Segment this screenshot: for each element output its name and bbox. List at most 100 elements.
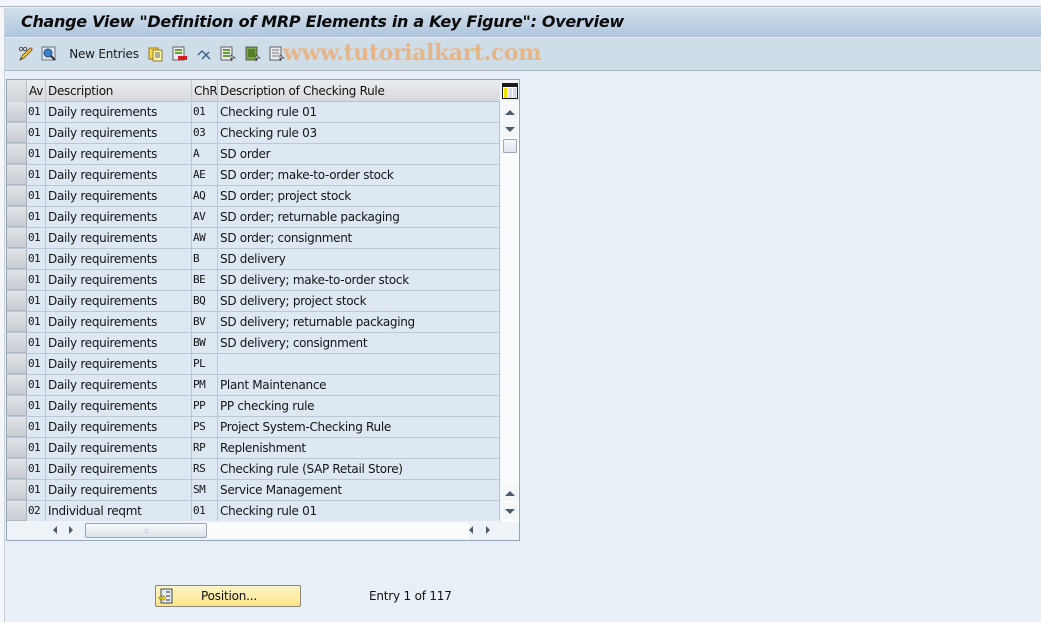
cell-av[interactable]: 01: [27, 165, 46, 185]
table-settings-button[interactable]: [501, 81, 519, 101]
table-row[interactable]: 01 Daily requirements AV SD order; returnab…: [7, 207, 500, 228]
cell-description[interactable]: Daily requirements: [46, 291, 192, 311]
cell-checking-rule-desc[interactable]: SD delivery: [218, 249, 500, 269]
copy-as-button[interactable]: [147, 44, 165, 64]
cell-description[interactable]: Daily requirements: [46, 186, 192, 206]
row-selector[interactable]: [7, 333, 27, 353]
cell-description[interactable]: Daily requirements: [46, 270, 192, 290]
cell-description[interactable]: Daily requirements: [46, 375, 192, 395]
table-row[interactable]: 01 Daily requirements 01 Checking rule 01: [7, 102, 500, 123]
cell-chr[interactable]: B: [192, 249, 218, 269]
cell-description[interactable]: Daily requirements: [46, 312, 192, 332]
scroll-right-button[interactable]: [65, 523, 77, 537]
cell-av[interactable]: 01: [27, 123, 46, 143]
table-row[interactable]: 01 Daily requirements AQ SD order; project …: [7, 186, 500, 207]
cell-chr[interactable]: AE: [192, 165, 218, 185]
table-row[interactable]: 01 Daily requirements RS Checking rule (SAP…: [7, 459, 500, 480]
scroll-up-button[interactable]: [502, 104, 518, 120]
cell-av[interactable]: 01: [27, 186, 46, 206]
cell-chr[interactable]: RP: [192, 438, 218, 458]
cell-av[interactable]: 01: [27, 291, 46, 311]
cell-checking-rule-desc[interactable]: SD delivery; make-to-order stock: [218, 270, 500, 290]
cell-av[interactable]: 01: [27, 417, 46, 437]
row-selector[interactable]: [7, 270, 27, 290]
cell-description[interactable]: Daily requirements: [46, 123, 192, 143]
table-row[interactable]: 01 Daily requirements BQ SD delivery; proje…: [7, 291, 500, 312]
cell-chr[interactable]: PS: [192, 417, 218, 437]
cell-checking-rule-desc[interactable]: PP checking rule: [218, 396, 500, 416]
position-button[interactable]: Position...: [155, 585, 301, 607]
row-selector[interactable]: [7, 207, 27, 227]
cell-chr[interactable]: PL: [192, 354, 218, 374]
table-row[interactable]: 01 Daily requirements BE SD delivery; make-…: [7, 270, 500, 291]
cell-description[interactable]: Daily requirements: [46, 144, 192, 164]
cell-checking-rule-desc[interactable]: SD order; project stock: [218, 186, 500, 206]
cell-checking-rule-desc[interactable]: [218, 354, 500, 374]
table-row[interactable]: 01 Daily requirements AE SD order; make-to-…: [7, 165, 500, 186]
cell-checking-rule-desc[interactable]: SD delivery; project stock: [218, 291, 500, 311]
cell-chr[interactable]: PP: [192, 396, 218, 416]
row-selector[interactable]: [7, 375, 27, 395]
cell-checking-rule-desc[interactable]: Checking rule 03: [218, 123, 500, 143]
display-change-button[interactable]: [16, 44, 36, 64]
cell-description[interactable]: Daily requirements: [46, 165, 192, 185]
cell-av[interactable]: 01: [27, 333, 46, 353]
cell-checking-rule-desc[interactable]: Replenishment: [218, 438, 500, 458]
cell-checking-rule-desc[interactable]: SD order: [218, 144, 500, 164]
cell-av[interactable]: 01: [27, 480, 46, 500]
cell-av[interactable]: 01: [27, 375, 46, 395]
cell-av[interactable]: 01: [27, 249, 46, 269]
scroll-left-button-right[interactable]: [465, 523, 477, 537]
cell-description[interactable]: Daily requirements: [46, 102, 192, 122]
cell-chr[interactable]: BQ: [192, 291, 218, 311]
horizontal-scroll-thumb[interactable]: :::: [85, 523, 207, 538]
cell-chr[interactable]: PM: [192, 375, 218, 395]
column-header-av[interactable]: Av: [27, 80, 46, 102]
cell-checking-rule-desc[interactable]: SD order; consignment: [218, 228, 500, 248]
cell-description[interactable]: Daily requirements: [46, 480, 192, 500]
column-header-description[interactable]: Description: [46, 80, 192, 102]
cell-checking-rule-desc[interactable]: Project System-Checking Rule: [218, 417, 500, 437]
row-selector[interactable]: [7, 459, 27, 479]
cell-chr[interactable]: 03: [192, 123, 218, 143]
row-selector[interactable]: [7, 480, 27, 500]
table-row[interactable]: 01 Daily requirements BW SD delivery; consi…: [7, 333, 500, 354]
cell-chr[interactable]: BE: [192, 270, 218, 290]
scroll-page-down-button[interactable]: [502, 503, 518, 519]
cell-description[interactable]: Daily requirements: [46, 249, 192, 269]
row-selector[interactable]: [7, 144, 27, 164]
cell-av[interactable]: 02: [27, 501, 46, 521]
cell-av[interactable]: 01: [27, 144, 46, 164]
cell-checking-rule-desc[interactable]: SD delivery; consignment: [218, 333, 500, 353]
row-selector[interactable]: [7, 501, 27, 521]
cell-chr[interactable]: BW: [192, 333, 218, 353]
cell-av[interactable]: 01: [27, 438, 46, 458]
cell-chr[interactable]: SM: [192, 480, 218, 500]
cell-chr[interactable]: 01: [192, 102, 218, 122]
cell-checking-rule-desc[interactable]: SD order; returnable packaging: [218, 207, 500, 227]
cell-av[interactable]: 01: [27, 207, 46, 227]
table-row[interactable]: 01 Daily requirements PP PP checking rule: [7, 396, 500, 417]
row-selector[interactable]: [7, 291, 27, 311]
undo-change-button[interactable]: [195, 44, 213, 64]
row-selector[interactable]: [7, 249, 27, 269]
table-row[interactable]: 01 Daily requirements AW SD order; consignm…: [7, 228, 500, 249]
row-selector[interactable]: [7, 165, 27, 185]
select-all-rows-cell[interactable]: [7, 80, 27, 102]
select-block-button[interactable]: [244, 44, 262, 64]
cell-checking-rule-desc[interactable]: Plant Maintenance: [218, 375, 500, 395]
row-selector[interactable]: [7, 354, 27, 374]
cell-chr[interactable]: AQ: [192, 186, 218, 206]
table-row[interactable]: 01 Daily requirements RP Replenishment: [7, 438, 500, 459]
details-button[interactable]: [39, 44, 59, 64]
table-row[interactable]: 01 Daily requirements PM Plant Maintenance: [7, 375, 500, 396]
scroll-page-up-button[interactable]: [502, 485, 518, 501]
row-selector[interactable]: [7, 228, 27, 248]
cell-av[interactable]: 01: [27, 312, 46, 332]
cell-checking-rule-desc[interactable]: Checking rule (SAP Retail Store): [218, 459, 500, 479]
table-row[interactable]: 01 Daily requirements PL: [7, 354, 500, 375]
row-selector[interactable]: [7, 396, 27, 416]
row-selector[interactable]: [7, 312, 27, 332]
new-entries-button[interactable]: New Entries: [69, 44, 139, 64]
cell-checking-rule-desc[interactable]: Checking rule 01: [218, 501, 500, 521]
